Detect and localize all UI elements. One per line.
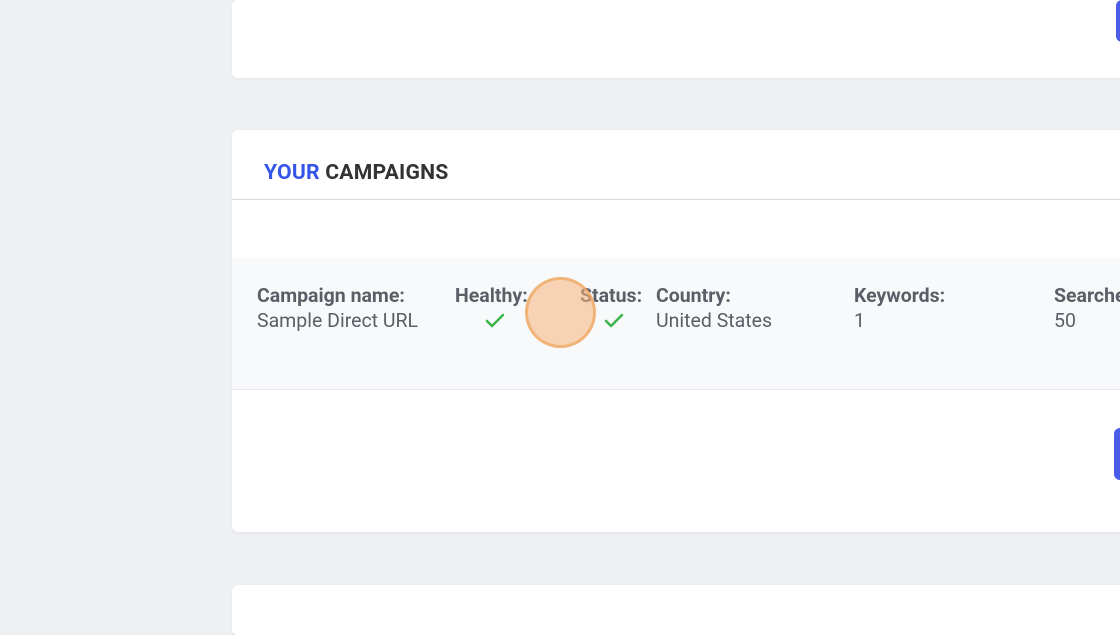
field-status: Status: xyxy=(580,284,656,333)
checkmark-icon xyxy=(485,313,505,333)
field-searches: Searche 50 xyxy=(1054,284,1120,332)
field-keywords: Keywords: 1 xyxy=(854,284,1054,332)
section-title-rest: CAMPAIGNS xyxy=(320,160,449,185)
campaign-name-value: Sample Direct URL xyxy=(257,309,455,332)
section-title: YOUR CAMPAIGNS xyxy=(264,160,1100,185)
field-healthy: Healthy: xyxy=(455,284,580,333)
country-label: Country: xyxy=(656,284,854,307)
searches-value: 50 xyxy=(1054,309,1120,332)
campaigns-card: YOUR CAMPAIGNS Campaign name: Sample Dir… xyxy=(232,130,1120,532)
campaign-row[interactable]: Campaign name: Sample Direct URL Healthy… xyxy=(232,258,1120,390)
partial-button-bottom[interactable] xyxy=(1114,428,1120,480)
keywords-label: Keywords: xyxy=(854,284,1054,307)
campaign-name-label: Campaign name: xyxy=(257,284,455,307)
partial-button-top[interactable] xyxy=(1116,0,1120,42)
bottom-card xyxy=(232,585,1120,635)
field-campaign-name: Campaign name: Sample Direct URL xyxy=(257,284,455,332)
healthy-label: Healthy: xyxy=(455,284,580,307)
status-label: Status: xyxy=(580,284,642,307)
checkmark-icon xyxy=(604,313,624,333)
country-value: United States xyxy=(656,309,854,332)
section-header: YOUR CAMPAIGNS xyxy=(232,130,1120,200)
section-title-highlight: YOUR xyxy=(264,160,320,185)
field-country: Country: United States xyxy=(656,284,854,332)
top-card xyxy=(232,0,1120,78)
searches-label: Searche xyxy=(1054,284,1120,307)
keywords-value: 1 xyxy=(854,309,1054,332)
